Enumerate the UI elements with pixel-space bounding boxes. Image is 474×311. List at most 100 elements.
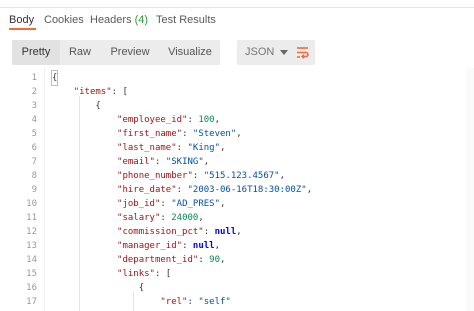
code-text: "job_id": "AD_PRES", <box>52 197 225 211</box>
wrap-lines-button[interactable] <box>290 40 315 65</box>
code-text: "items": [ <box>52 85 128 99</box>
json-string: "self" <box>198 297 231 307</box>
code-text: "manager_id": null, <box>52 239 220 253</box>
view-mode-raw[interactable]: Raw <box>60 40 100 65</box>
code-line: 5 "first_name": "Steven", <box>0 127 474 141</box>
json-punctuation: : <box>182 129 193 139</box>
view-mode-pretty[interactable]: Pretty <box>12 40 60 65</box>
json-key: "manager_id" <box>117 241 183 251</box>
json-punctuation: , <box>279 171 286 181</box>
code-text: "commission_pct": null, <box>52 225 242 239</box>
json-string: "King" <box>187 143 220 153</box>
json-number: 100 <box>198 115 215 125</box>
format-select[interactable]: JSON <box>237 40 294 65</box>
line-number: 9 <box>31 185 37 195</box>
line-number: 3 <box>31 101 37 111</box>
json-punctuation: : <box>203 227 215 237</box>
code-text: "last_name": "King", <box>52 141 225 155</box>
view-mode-selector: Pretty Raw Preview Visualize <box>12 40 220 65</box>
format-select-value: JSON <box>245 46 275 58</box>
json-key: "last_name" <box>117 143 177 153</box>
json-key: "items" <box>73 87 112 97</box>
line-number: 4 <box>31 115 37 125</box>
json-punctuation: , <box>220 199 226 209</box>
code-line: 3 { <box>0 99 474 113</box>
line-number: 2 <box>31 87 37 97</box>
json-punctuation: : <box>187 115 199 125</box>
json-punctuation: { <box>138 283 145 293</box>
code-text: { <box>52 99 100 113</box>
code-line: 4 "employee_id": 100, <box>0 113 474 127</box>
json-punctuation: , <box>214 115 221 125</box>
line-number: 8 <box>31 171 37 181</box>
json-punctuation: : <box>176 143 188 153</box>
json-punctuation: , <box>236 227 242 237</box>
json-key: "commission_pct" <box>117 227 204 237</box>
json-punctuation: : <box>192 171 204 181</box>
tab-headers[interactable]: Headers (4) <box>90 12 148 28</box>
code-text: "first_name": "Steven", <box>52 127 242 141</box>
json-string: "Steven" <box>192 129 237 139</box>
code-line: 16 { <box>0 281 474 295</box>
line-number: 1 <box>31 73 37 83</box>
line-number: 7 <box>31 157 37 167</box>
json-key: "first_name" <box>117 129 183 139</box>
json-punctuation: : [ <box>154 269 172 279</box>
code-line: 10 "job_id": "AD_PRES", <box>0 197 474 211</box>
json-string: "515.123.4567" <box>203 171 280 181</box>
json-punctuation: : <box>182 241 193 251</box>
json-literal: null <box>214 227 237 237</box>
json-punctuation: : <box>154 157 166 167</box>
headers-count-badge: (4) <box>134 14 149 26</box>
json-punctuation: : <box>198 255 210 265</box>
code-text: "hire_date": "2003-06-16T18:30:00Z", <box>52 183 312 197</box>
tab-test-results[interactable]: Test Results <box>156 12 216 28</box>
line-number: 17 <box>26 297 37 307</box>
top-divider <box>0 7 474 8</box>
view-mode-visualize[interactable]: Visualize <box>160 40 220 65</box>
code-line: 17 "rel": "self" <box>0 295 474 309</box>
json-string: "AD_PRES" <box>171 199 221 209</box>
code-line: 9 "hire_date": "2003-06-16T18:30:00Z", <box>0 183 474 197</box>
chevron-down-icon <box>280 50 288 55</box>
json-punctuation: : <box>176 185 188 195</box>
json-punctuation: : [ <box>111 87 128 97</box>
code-line: 12 "commission_pct": null, <box>0 225 474 239</box>
line-number: 13 <box>26 241 37 251</box>
tab-cookies[interactable]: Cookies <box>44 12 84 28</box>
json-punctuation: , <box>214 241 221 251</box>
code-line: 6 "last_name": "King", <box>0 141 474 155</box>
json-key: "salary" <box>117 213 161 223</box>
active-tab-indicator <box>9 28 36 30</box>
view-mode-preview[interactable]: Preview <box>100 40 160 65</box>
line-number: 5 <box>31 129 37 139</box>
code-line: 15 "links": [ <box>0 267 474 281</box>
code-text: "department_id": 90, <box>52 253 225 267</box>
editor-scroll-edge <box>466 68 474 311</box>
line-number: 11 <box>26 213 37 223</box>
json-number: 24000 <box>171 213 199 223</box>
code-line: 14 "department_id": 90, <box>0 253 474 267</box>
code-text: "salary": 24000, <box>52 211 204 225</box>
tab-body[interactable]: Body <box>9 12 34 28</box>
json-punctuation: , <box>306 185 313 195</box>
code-text: "employee_id": 100, <box>52 113 220 127</box>
json-key: "rel" <box>160 297 188 307</box>
json-literal: null <box>192 241 215 251</box>
code-text: { <box>50 70 59 86</box>
response-body-editor[interactable]: 1{2 "items": [3 {4 "employee_id": 100, 5 … <box>0 68 474 311</box>
json-punctuation: { <box>50 70 59 86</box>
code-line: 8 "phone_number": "515.123.4567", <box>0 169 474 183</box>
json-key: "job_id" <box>117 199 161 209</box>
code-line: 2 "items": [ <box>0 85 474 99</box>
